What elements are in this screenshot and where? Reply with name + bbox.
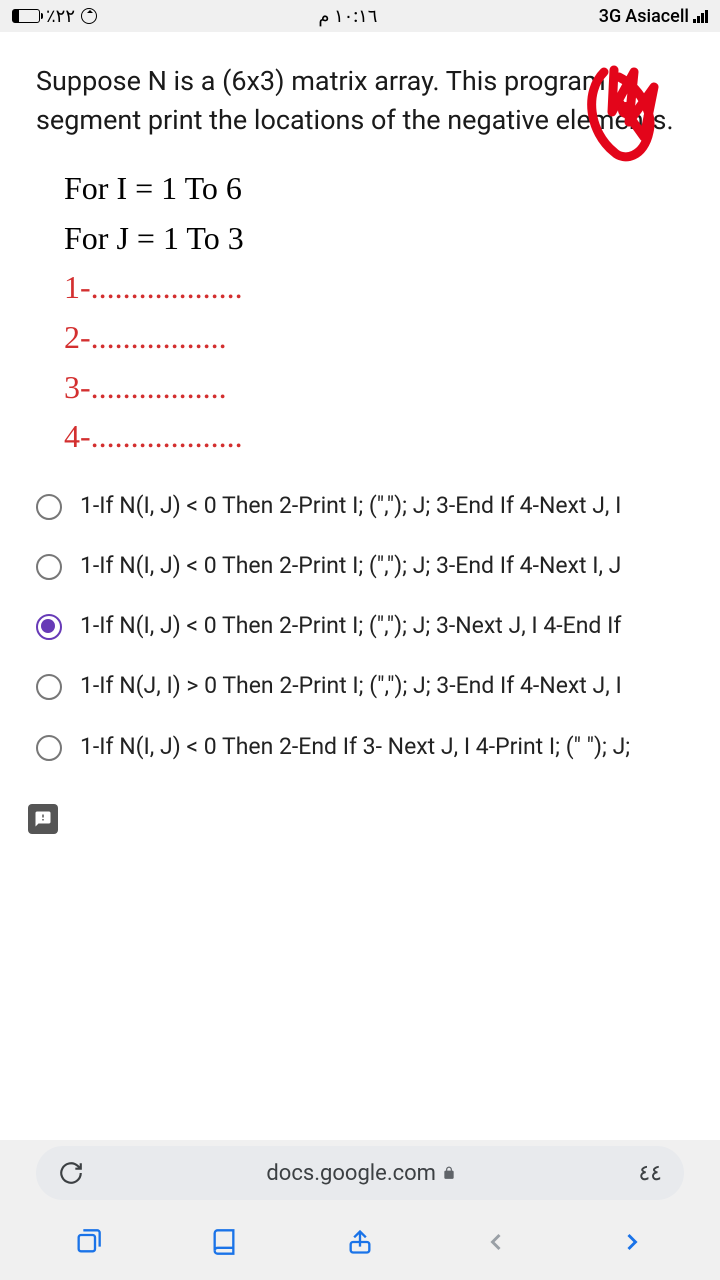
rotation-lock-icon <box>81 8 97 24</box>
share-button[interactable] <box>345 1227 375 1257</box>
network-type: 3G <box>599 6 622 27</box>
code-blank-4: 4-................... <box>64 412 720 462</box>
feedback-icon <box>34 810 52 828</box>
option-4[interactable]: 1-If N(J, I) > 0 Then 2-Print I; (","); … <box>28 656 692 716</box>
code-blank-2: 2-................. <box>64 313 720 363</box>
radio-icon[interactable] <box>36 735 62 761</box>
address-bar[interactable]: docs.google.com ٤٤ <box>36 1146 684 1200</box>
feedback-button[interactable] <box>28 804 58 834</box>
battery-icon <box>12 9 40 23</box>
browser-toolbar <box>0 1204 720 1280</box>
code-line-2: For J = 1 To 3 <box>64 214 720 264</box>
status-bar: ٪٢٢ ١٠:١٦ م 3G Asiacell <box>0 0 720 32</box>
signal-icon <box>693 9 708 23</box>
reload-icon[interactable] <box>58 1160 84 1186</box>
code-blank-3: 3-................. <box>64 363 720 413</box>
tabs-count[interactable]: ٤٤ <box>638 1160 662 1186</box>
option-label: 1-If N(I, J) < 0 Then 2-End If 3- Next J… <box>80 731 630 763</box>
radio-icon[interactable] <box>36 494 62 520</box>
status-left: ٪٢٢ <box>12 6 97 27</box>
option-label: 1-If N(I, J) < 0 Then 2-Print I; (","); … <box>80 610 621 642</box>
radio-icon-selected[interactable] <box>36 614 62 640</box>
url-domain: docs.google.com <box>266 1161 436 1186</box>
lock-icon <box>442 1166 456 1180</box>
carrier-name: Asiacell <box>625 6 689 27</box>
option-label: 1-If N(I, J) < 0 Then 2-Print I; (","); … <box>80 550 621 582</box>
question-block: Suppose N is a (6x3) matrix array. This … <box>0 32 720 150</box>
back-button[interactable] <box>481 1227 511 1257</box>
option-2[interactable]: 1-If N(I, J) < 0 Then 2-Print I; (","); … <box>28 536 692 596</box>
radio-icon[interactable] <box>36 674 62 700</box>
options-group: 1-If N(I, J) < 0 Then 2-Print I; (","); … <box>0 472 720 777</box>
status-time: ١٠:١٦ م <box>97 6 599 27</box>
option-label: 1-If N(J, I) > 0 Then 2-Print I; (","); … <box>80 670 622 702</box>
bookmarks-button[interactable] <box>209 1227 239 1257</box>
url-text[interactable]: docs.google.com <box>98 1161 624 1186</box>
forward-button[interactable] <box>617 1227 647 1257</box>
status-right: 3G Asiacell <box>599 6 708 27</box>
annotation-scribble <box>564 62 684 172</box>
option-5[interactable]: 1-If N(I, J) < 0 Then 2-End If 3- Next J… <box>28 717 692 777</box>
option-3[interactable]: 1-If N(I, J) < 0 Then 2-Print I; (","); … <box>28 596 692 656</box>
battery-percent: ٪٢٢ <box>46 6 75 27</box>
page-content[interactable]: Suppose N is a (6x3) matrix array. This … <box>0 32 720 1140</box>
tabs-button[interactable] <box>73 1227 103 1257</box>
option-label: 1-If N(I, J) < 0 Then 2-Print I; (","); … <box>80 490 621 522</box>
option-1[interactable]: 1-If N(I, J) < 0 Then 2-Print I; (","); … <box>28 476 692 536</box>
radio-icon[interactable] <box>36 554 62 580</box>
code-block: For I = 1 To 6 For J = 1 To 3 1-........… <box>0 150 720 472</box>
code-blank-1: 1-................... <box>64 263 720 313</box>
